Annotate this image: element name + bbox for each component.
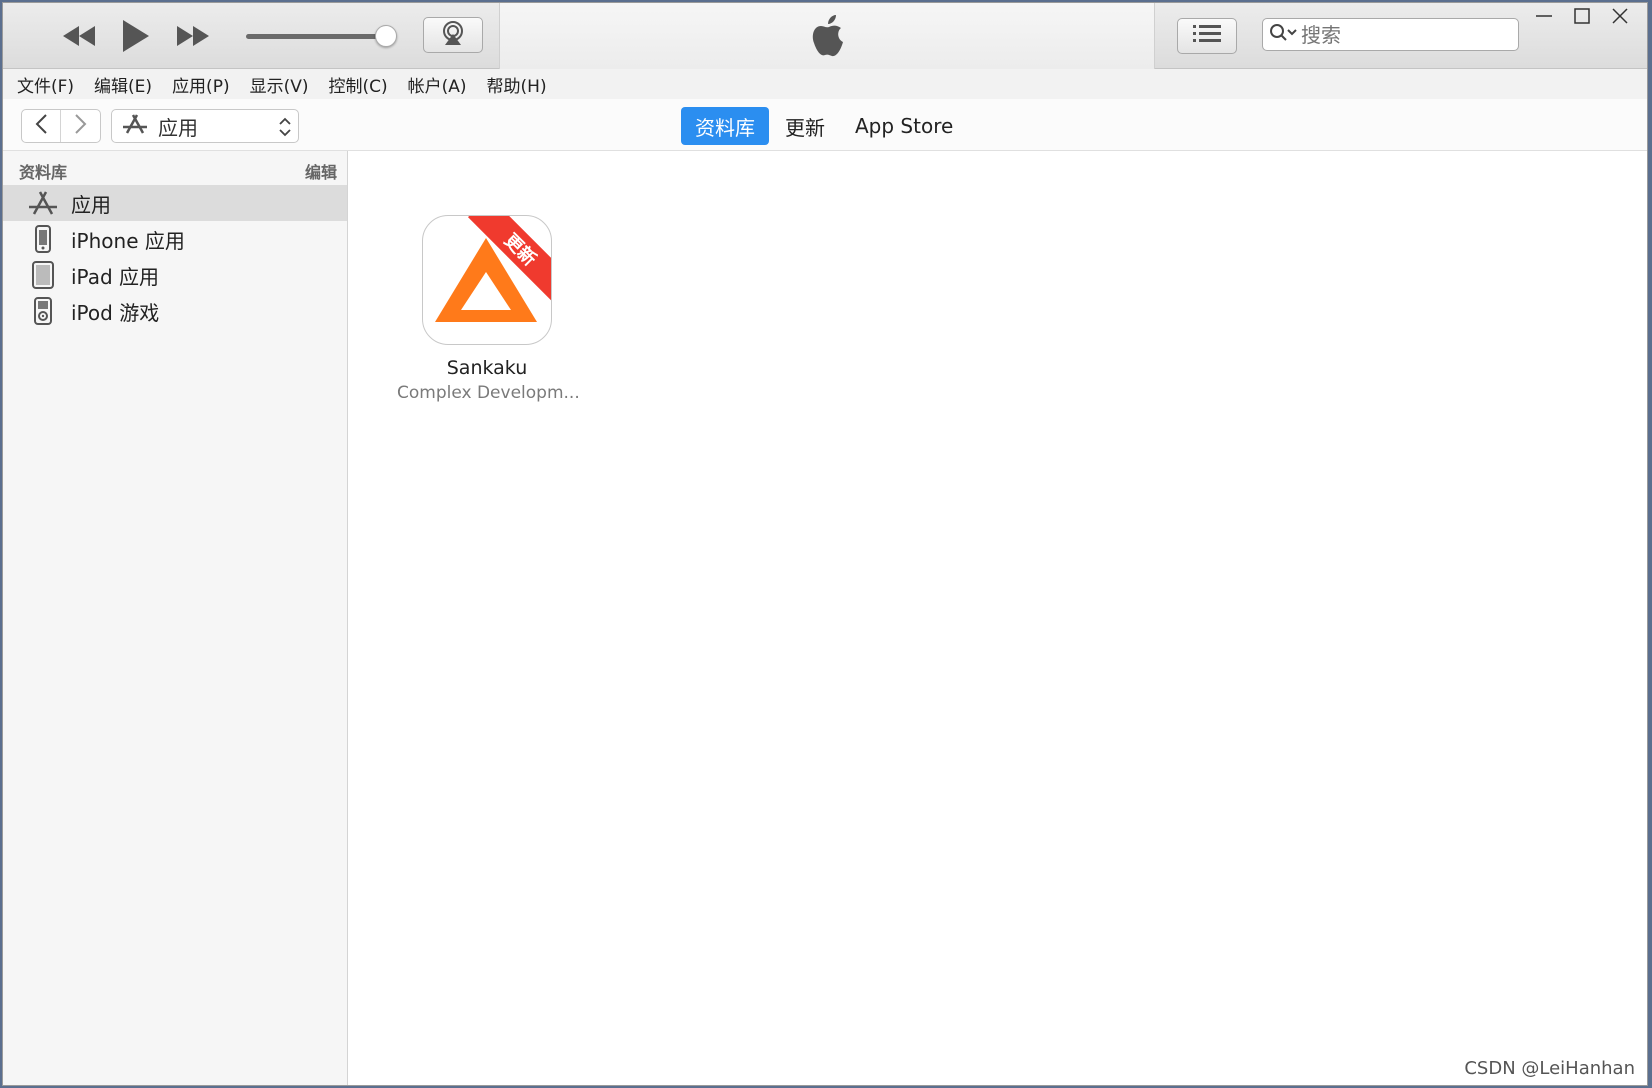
- minimize-icon: [1535, 7, 1553, 29]
- itunes-window: 文件(F) 编辑(E) 应用(P) 显示(V) 控制(C) 帐户(A) 帮助(H…: [2, 2, 1648, 1086]
- sidebar-header: 资料库 编辑: [19, 159, 337, 183]
- close-icon: [1611, 7, 1629, 29]
- sidebar: 资料库 编辑 应用 iPhone 应用 iPad 应用 iPod 游戏: [3, 151, 348, 1085]
- maximize-icon: [1573, 7, 1591, 29]
- ipad-icon: [27, 261, 59, 289]
- history-nav: [21, 109, 101, 143]
- lcd-display: [499, 3, 1155, 69]
- search-input[interactable]: [1301, 22, 1501, 47]
- sidebar-item-iphone-apps[interactable]: iPhone 应用: [3, 221, 347, 257]
- nav-bar: 应用 资料库 更新 App Store: [3, 99, 1647, 151]
- sidebar-item-ipod-games[interactable]: iPod 游戏: [3, 293, 347, 329]
- search-icon: [1269, 23, 1299, 47]
- search-field[interactable]: [1262, 18, 1519, 51]
- app-store-icon: [27, 189, 59, 217]
- sidebar-edit-button[interactable]: 编辑: [305, 159, 337, 183]
- list-view-icon: [1193, 24, 1221, 48]
- maximize-button[interactable]: [1563, 5, 1601, 31]
- play-icon[interactable]: [115, 15, 155, 57]
- volume-slider-knob[interactable]: [375, 25, 397, 47]
- chevron-right-icon: [74, 113, 88, 139]
- forward-button[interactable]: [61, 110, 100, 142]
- ipod-icon: [27, 297, 59, 325]
- menu-apps[interactable]: 应用(P): [172, 72, 230, 97]
- sidebar-item-ipad-apps[interactable]: iPad 应用: [3, 257, 347, 293]
- menu-file[interactable]: 文件(F): [17, 72, 74, 97]
- view-tabs: 资料库 更新 App Store: [681, 107, 969, 145]
- sankaku-app-icon[interactable]: 更新: [422, 215, 552, 345]
- media-kind-selector[interactable]: 应用: [111, 109, 299, 143]
- menu-view[interactable]: 显示(V): [250, 72, 309, 97]
- minimize-button[interactable]: [1525, 5, 1563, 31]
- menu-help[interactable]: 帮助(H): [487, 72, 547, 97]
- sidebar-section-title: 资料库: [19, 163, 68, 182]
- chevron-left-icon: [34, 113, 48, 139]
- sidebar-item-label: iPhone 应用: [71, 228, 185, 253]
- menu-bar: 文件(F) 编辑(E) 应用(P) 显示(V) 控制(C) 帐户(A) 帮助(H…: [3, 69, 1647, 99]
- rewind-icon[interactable]: [59, 19, 99, 53]
- tab-library[interactable]: 资料库: [681, 107, 769, 145]
- close-button[interactable]: [1601, 5, 1639, 31]
- volume-slider[interactable]: [246, 34, 388, 39]
- iphone-icon: [27, 225, 59, 253]
- app-tile[interactable]: 更新 Sankaku Complex Developm...: [397, 215, 580, 403]
- sidebar-item-label: iPad 应用: [71, 264, 160, 289]
- tab-updates[interactable]: 更新: [771, 107, 839, 145]
- app-name: Sankaku: [446, 357, 528, 379]
- sidebar-item-label: iPod 游戏: [71, 300, 160, 325]
- watermark: CSDN @LeiHanhan: [1464, 1058, 1635, 1079]
- app-developer: Complex Developm...: [397, 383, 580, 403]
- toolbar: [3, 3, 1647, 69]
- app-store-icon: [122, 113, 148, 140]
- apple-logo-icon: [810, 13, 848, 63]
- media-kind-label: 应用: [158, 115, 198, 140]
- app-library-grid: 更新 Sankaku Complex Developm... CSDN @Lei…: [349, 151, 1647, 1085]
- list-view-button[interactable]: [1177, 18, 1237, 54]
- menu-account[interactable]: 帐户(A): [408, 72, 467, 97]
- airplay-icon: [439, 20, 467, 50]
- fast-forward-icon[interactable]: [173, 19, 213, 53]
- back-button[interactable]: [22, 110, 62, 142]
- menu-edit[interactable]: 编辑(E): [94, 72, 152, 97]
- tab-app-store[interactable]: App Store: [841, 107, 967, 145]
- up-down-chevron-icon: [278, 116, 292, 143]
- sidebar-item-apps[interactable]: 应用: [3, 185, 347, 221]
- airplay-button[interactable]: [423, 17, 483, 53]
- sidebar-item-label: 应用: [71, 192, 111, 217]
- menu-controls[interactable]: 控制(C): [329, 72, 388, 97]
